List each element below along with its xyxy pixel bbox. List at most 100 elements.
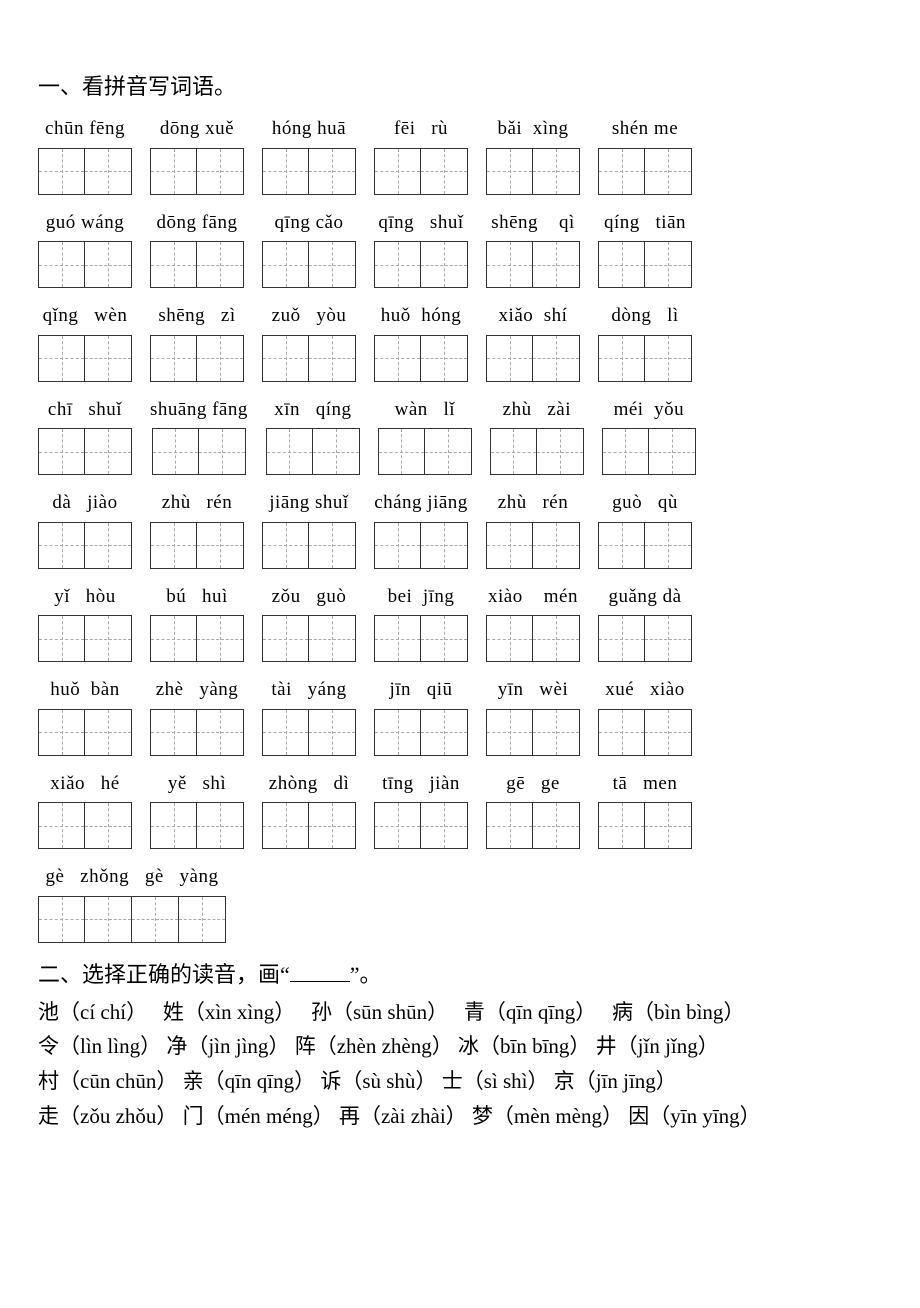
tian-zi-ge[interactable] [38,241,85,288]
tian-zi-ge[interactable] [533,802,580,849]
tian-zi-ge[interactable] [374,241,421,288]
tian-zi-ge[interactable] [197,615,244,662]
tian-zi-ge[interactable] [490,428,537,475]
tian-zi-ge[interactable] [152,428,199,475]
tian-zi-ge[interactable] [262,709,309,756]
tian-zi-ge[interactable] [262,802,309,849]
tian-zi-ge[interactable] [38,615,85,662]
tian-zi-ge[interactable] [262,335,309,382]
tian-zi-ge[interactable] [132,896,179,943]
tian-zi-ge[interactable] [486,148,533,195]
tian-zi-ge[interactable] [533,148,580,195]
tian-zi-ge[interactable] [486,709,533,756]
tian-zi-ge[interactable] [197,802,244,849]
tian-zi-ge[interactable] [598,148,645,195]
tian-zi-ge[interactable] [649,428,696,475]
tian-zi-ge[interactable] [197,241,244,288]
tian-zi-ge[interactable] [533,522,580,569]
tian-zi-ge[interactable] [374,148,421,195]
tian-zi-ge[interactable] [374,802,421,849]
tian-zi-ge[interactable] [197,522,244,569]
tian-zi-ge[interactable] [645,148,692,195]
tian-zi-ge[interactable] [645,241,692,288]
tian-zi-ge[interactable] [197,335,244,382]
tian-zi-ge[interactable] [38,428,85,475]
tian-zi-ge[interactable] [486,335,533,382]
tian-zi-ge[interactable] [150,709,197,756]
tian-zi-ge[interactable] [199,428,246,475]
tian-zi-ge[interactable] [262,522,309,569]
tian-zi-ge[interactable] [38,335,85,382]
tian-zi-ge[interactable] [598,802,645,849]
tian-zi-ge[interactable] [486,802,533,849]
tian-zi-ge[interactable] [150,241,197,288]
tian-zi-ge[interactable] [85,428,132,475]
tian-zi-ge[interactable] [421,241,468,288]
tian-zi-ge[interactable] [533,241,580,288]
tian-zi-ge[interactable] [421,709,468,756]
tian-zi-ge[interactable] [533,335,580,382]
tian-zi-ge[interactable] [266,428,313,475]
tian-zi-ge[interactable] [645,522,692,569]
tian-zi-ge[interactable] [486,522,533,569]
tian-zi-ge[interactable] [85,896,132,943]
tian-zi-ge[interactable] [309,335,356,382]
tian-zi-ge[interactable] [309,241,356,288]
tian-zi-ge[interactable] [150,522,197,569]
tian-zi-ge[interactable] [598,709,645,756]
tian-zi-ge[interactable] [486,241,533,288]
tian-zi-ge[interactable] [598,522,645,569]
tian-zi-ge[interactable] [309,148,356,195]
tian-zi-ge[interactable] [313,428,360,475]
tian-zi-ge[interactable] [378,428,425,475]
tian-zi-ge[interactable] [598,241,645,288]
tian-zi-ge[interactable] [645,615,692,662]
tian-zi-ge[interactable] [598,335,645,382]
tian-zi-ge[interactable] [421,615,468,662]
tian-zi-ge[interactable] [262,615,309,662]
tian-zi-ge[interactable] [38,148,85,195]
tian-zi-ge[interactable] [38,802,85,849]
tian-zi-ge[interactable] [537,428,584,475]
tian-zi-ge[interactable] [486,615,533,662]
tian-zi-ge[interactable] [421,335,468,382]
tian-zi-ge[interactable] [421,522,468,569]
tian-zi-ge[interactable] [533,615,580,662]
tian-zi-ge[interactable] [85,335,132,382]
tian-zi-ge[interactable] [309,709,356,756]
tian-zi-ge[interactable] [645,709,692,756]
tian-zi-ge[interactable] [309,802,356,849]
tian-zi-ge[interactable] [38,522,85,569]
tian-zi-ge[interactable] [150,615,197,662]
tian-zi-ge[interactable] [425,428,472,475]
tian-zi-ge[interactable] [197,709,244,756]
tian-zi-ge[interactable] [533,709,580,756]
tian-zi-ge[interactable] [645,335,692,382]
tian-zi-ge[interactable] [85,615,132,662]
tian-zi-ge[interactable] [421,802,468,849]
tian-zi-ge[interactable] [150,335,197,382]
tian-zi-ge[interactable] [38,896,85,943]
tian-zi-ge[interactable] [197,148,244,195]
tian-zi-ge[interactable] [309,615,356,662]
tian-zi-ge[interactable] [179,896,226,943]
tian-zi-ge[interactable] [374,522,421,569]
tian-zi-ge[interactable] [374,335,421,382]
tian-zi-ge[interactable] [645,802,692,849]
tian-zi-ge[interactable] [38,709,85,756]
tian-zi-ge[interactable] [85,802,132,849]
tian-zi-ge[interactable] [374,709,421,756]
tian-zi-ge[interactable] [598,615,645,662]
tian-zi-ge[interactable] [262,241,309,288]
tian-zi-ge[interactable] [85,148,132,195]
tian-zi-ge[interactable] [421,148,468,195]
tian-zi-ge[interactable] [85,522,132,569]
tian-zi-ge[interactable] [309,522,356,569]
tian-zi-ge[interactable] [85,241,132,288]
tian-zi-ge[interactable] [374,615,421,662]
tian-zi-ge[interactable] [602,428,649,475]
tian-zi-ge[interactable] [150,148,197,195]
tian-zi-ge[interactable] [85,709,132,756]
tian-zi-ge[interactable] [150,802,197,849]
tian-zi-ge[interactable] [262,148,309,195]
